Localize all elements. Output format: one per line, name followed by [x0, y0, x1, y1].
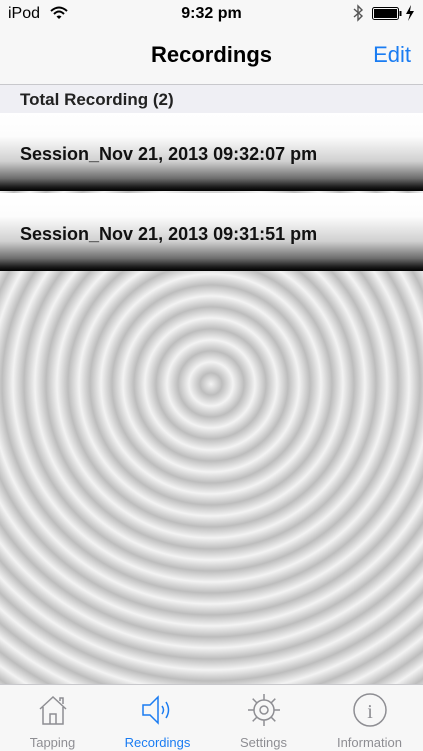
- gear-icon: [248, 694, 280, 726]
- bluetooth-icon: [353, 4, 364, 22]
- status-bar: iPod 9:32 pm: [0, 0, 423, 28]
- navigation-bar: Recordings Edit: [0, 28, 423, 85]
- recording-name: Session_Nov 21, 2013 09:31:51 pm: [20, 224, 318, 244]
- tab-tapping[interactable]: Tapping: [0, 685, 105, 751]
- tab-label: Settings: [240, 735, 287, 750]
- battery-icon: [372, 7, 402, 20]
- charging-icon: [406, 5, 414, 21]
- section-header: Total Recording (2): [0, 85, 423, 113]
- speaker-icon: [142, 695, 170, 725]
- tab-bar: Tapping Recordings Settings i Informatio…: [0, 684, 423, 751]
- total-recording-label: Total Recording (2): [20, 90, 174, 109]
- recording-row[interactable]: Session_Nov 21, 2013 09:31:51 pm: [0, 193, 423, 271]
- svg-text:i: i: [367, 701, 373, 723]
- tab-label: Recordings: [124, 735, 191, 750]
- tab-label: Tapping: [29, 735, 76, 750]
- tab-recordings[interactable]: Recordings: [105, 685, 210, 751]
- info-icon: i: [353, 693, 387, 727]
- recording-row[interactable]: Session_Nov 21, 2013 09:32:07 pm: [0, 113, 423, 191]
- recordings-list[interactable]: Session_Nov 21, 2013 09:32:07 pm Session…: [0, 113, 423, 684]
- house-icon: [39, 695, 67, 725]
- page-title: Recordings: [150, 42, 273, 67]
- tab-settings[interactable]: Settings: [211, 685, 316, 751]
- edit-button[interactable]: Edit: [373, 42, 411, 68]
- tab-information[interactable]: i Information: [317, 685, 422, 751]
- tab-label: Information: [336, 735, 403, 750]
- recording-name: Session_Nov 21, 2013 09:32:07 pm: [20, 144, 318, 164]
